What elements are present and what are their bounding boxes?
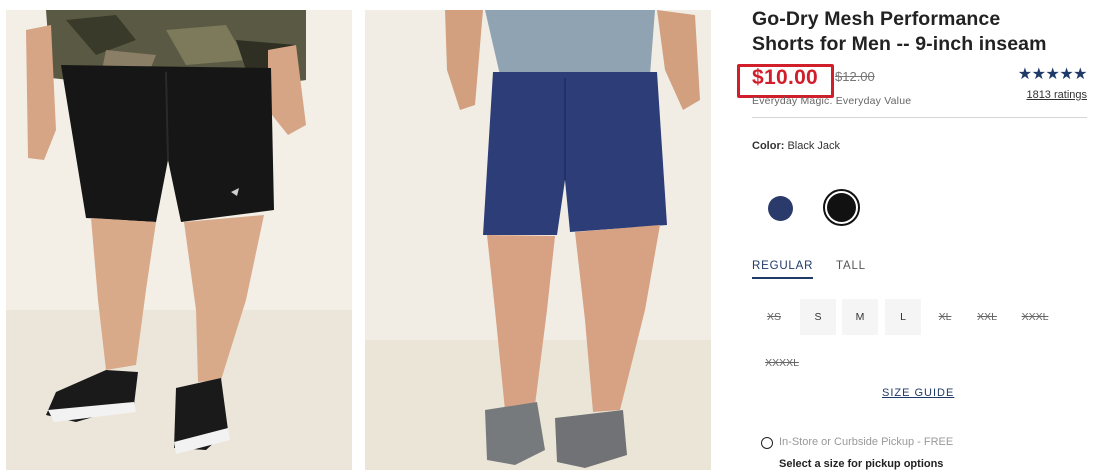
selected-color-name: Black Jack xyxy=(787,140,841,152)
size-button-xxxl[interactable]: XXXL xyxy=(1015,299,1055,335)
pickup-radio[interactable] xyxy=(761,437,773,449)
original-price: $12.00 xyxy=(835,69,875,84)
price-tagline: Everyday Magic. Everyday Value xyxy=(752,95,912,107)
size-button-xs[interactable]: XS xyxy=(756,299,792,335)
size-guide-link[interactable]: SIZE GUIDE xyxy=(882,387,954,399)
size-button-l[interactable]: L xyxy=(885,299,921,335)
current-price: $10.00 xyxy=(752,66,819,89)
size-button-xxl[interactable]: XXL xyxy=(969,299,1005,335)
product-image-front-graphic xyxy=(6,10,352,470)
size-button-m[interactable]: M xyxy=(842,299,878,335)
tab-fit-tall[interactable]: TALL xyxy=(836,260,866,272)
size-label: M xyxy=(855,311,865,323)
pickup-option-label: In-Store or Curbside Pickup - FREE xyxy=(779,436,954,448)
color-label: Color: xyxy=(752,140,785,152)
pickup-note: Select a size for pickup options xyxy=(779,458,944,470)
product-info-panel: Go-Dry Mesh Performance Shorts for Men -… xyxy=(737,0,1092,475)
size-label: XXL xyxy=(977,311,997,323)
size-label: XXXL xyxy=(1021,311,1049,323)
size-button-s[interactable]: S xyxy=(800,299,836,335)
product-title-line-2: Shorts for Men -- 9-inch inseam xyxy=(752,33,1047,55)
size-label: XXXXL xyxy=(765,357,799,369)
product-image-back[interactable] xyxy=(365,10,711,470)
size-label: XL xyxy=(938,311,952,323)
size-label: S xyxy=(814,311,822,323)
size-label: XS xyxy=(766,311,781,323)
ratings-count-link[interactable]: 1813 ratings xyxy=(1026,89,1087,101)
product-image-front[interactable] xyxy=(6,10,352,470)
size-button-xl[interactable]: XL xyxy=(927,299,963,335)
color-swatch-navy[interactable] xyxy=(768,196,793,221)
color-swatch-black-fill[interactable] xyxy=(827,193,856,222)
section-divider xyxy=(752,117,1087,118)
size-label: L xyxy=(900,311,906,323)
size-button-xxxxl[interactable]: XXXXL xyxy=(758,345,806,381)
tab-fit-regular[interactable]: REGULAR xyxy=(752,260,814,279)
product-image-back-graphic xyxy=(365,10,711,470)
product-title: Go-Dry Mesh Performance Shorts for Men -… xyxy=(752,7,1092,57)
color-selection-label: Color: Black Jack xyxy=(752,140,840,152)
rating-stars-icon: ★★★★★ xyxy=(1017,66,1088,83)
product-title-line-1: Go-Dry Mesh Performance xyxy=(752,8,1001,30)
